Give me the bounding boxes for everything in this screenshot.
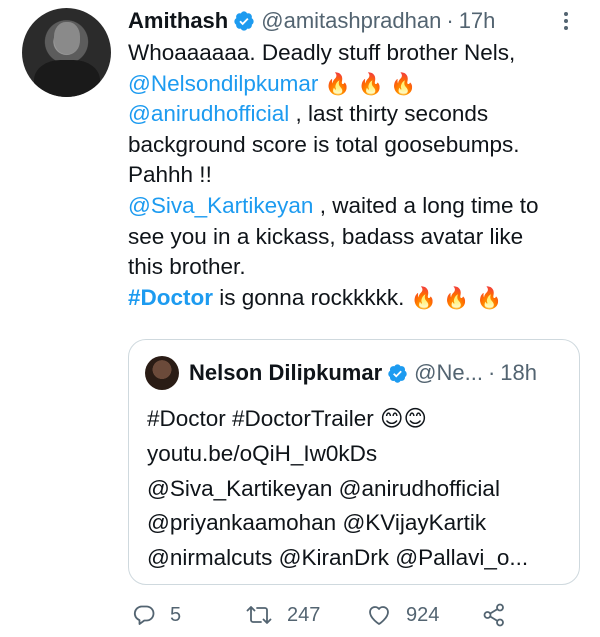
tweet-line: Whoaaaaaa. Deadly stuff brother Nels, [128, 40, 516, 65]
verified-badge-icon [388, 363, 407, 383]
tweet-line: #Doctor is gonna rockkkkk. 🔥 🔥 🔥 [128, 283, 588, 314]
tweet-line: Pahhh !! [128, 162, 212, 188]
tweet-actions: 5 247 924 [128, 600, 588, 630]
tweet-header: Amithash @amitashpradhan · 17h [128, 6, 495, 36]
tweet-time[interactable]: 17h [459, 8, 496, 34]
fire-emojis: 🔥 🔥 🔥 [324, 71, 417, 96]
author-handle[interactable]: @amitashpradhan [261, 8, 441, 34]
quoted-line: @nirmalcuts @KiranDrk @Pallavi_o... [147, 545, 529, 571]
like-button[interactable]: 924 [366, 600, 439, 630]
author-name[interactable]: Amithash [128, 8, 228, 34]
quoted-tweet-card[interactable]: Nelson Dilipkumar @Ne... · 18h #Doctor #… [128, 339, 580, 585]
tweet-line: see you in a kickass, badass avatar like [128, 223, 524, 249]
separator-dot: · [446, 8, 454, 33]
retweet-icon [246, 606, 272, 624]
tweet-body: Whoaaaaaa. Deadly stuff brother Nels, @N… [128, 38, 588, 313]
avatar-body [34, 60, 100, 97]
reply-count: 5 [170, 603, 182, 626]
quoted-line: youtu.be/oQiH_Iw0kDs [147, 440, 378, 466]
quoted-line: @priyankaamohan @KVijayKartik [147, 510, 487, 536]
mention-link[interactable]: @Siva_Kartikeyan [128, 193, 313, 218]
like-count: 924 [406, 603, 440, 626]
more-options-icon[interactable] [556, 8, 576, 34]
quoted-tweet-time: 18h [500, 360, 537, 385]
retweet-count: 247 [287, 603, 321, 626]
tweet-text-fragment: , last thirty seconds [289, 101, 489, 127]
hashtag-link[interactable]: #Doctor [128, 285, 213, 310]
share-button[interactable] [481, 600, 507, 630]
quoted-author-handle: @Ne... [414, 360, 483, 385]
retweet-button[interactable]: 247 [245, 600, 320, 630]
tweet-text-fragment: , waited a long time to [313, 192, 539, 218]
quoted-line: #Doctor #DoctorTrailer 😊😊 [147, 406, 427, 431]
tweet-text-fragment: is gonna rockkkkk. [213, 284, 411, 310]
tweet-line: @Siva_Kartikeyan , waited a long time to [128, 191, 588, 222]
quoted-tweet-body: #Doctor #DoctorTrailer 😊😊 youtu.be/oQiH_… [147, 402, 528, 576]
mention-link[interactable]: @anirudhofficial [128, 101, 289, 126]
tweet-line: @Nelsondilpkumar 🔥 🔥 🔥 [128, 69, 588, 100]
like-icon [369, 606, 389, 625]
share-icon [483, 603, 504, 627]
quoted-tweet-header: Nelson Dilipkumar @Ne... · 18h [189, 358, 537, 388]
quoted-line: @Siva_Kartikeyan @anirudhofficial [147, 475, 500, 501]
tweet-line: background score is total goosebumps. [128, 131, 520, 157]
author-avatar[interactable] [22, 8, 111, 97]
reply-icon [133, 605, 155, 625]
fire-emojis: 🔥 🔥 🔥 [410, 285, 503, 310]
mention-link[interactable]: @Nelsondilpkumar [128, 71, 318, 96]
avatar-head [54, 22, 80, 54]
separator-dot: · [487, 360, 496, 385]
quoted-author-name: Nelson Dilipkumar [189, 360, 383, 385]
verified-badge-icon [234, 11, 254, 31]
tweet-line: @anirudhofficial , last thirty seconds [128, 99, 588, 130]
reply-button[interactable]: 5 [132, 600, 181, 630]
quoted-author-avatar [145, 356, 179, 390]
tweet-line: this brother. [128, 254, 246, 280]
